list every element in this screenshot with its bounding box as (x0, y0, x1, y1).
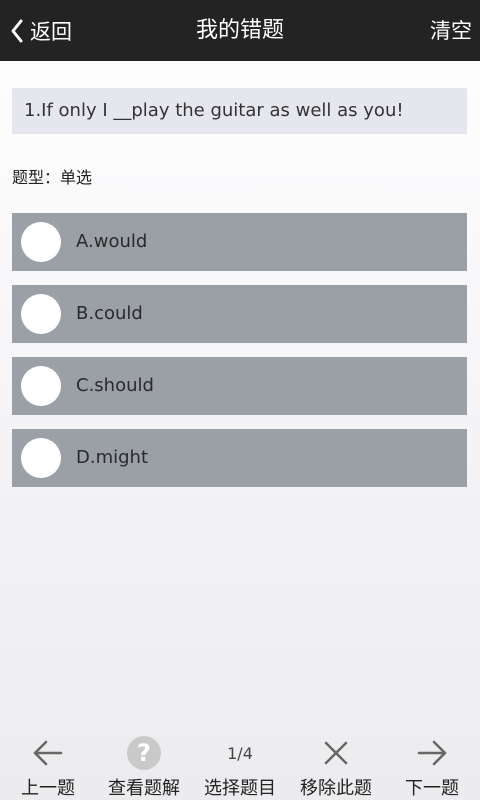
select-question-button[interactable]: 1/4 选择题目 (192, 730, 288, 800)
next-question-label: 下一题 (405, 778, 459, 799)
top-bar: 返回 我的错题 清空 (0, 0, 480, 61)
option-d[interactable]: D.might (12, 429, 467, 487)
radio-button[interactable] (21, 294, 61, 334)
prev-question-button[interactable]: 上一题 (0, 730, 96, 800)
question-counter: 1/4 (227, 743, 253, 763)
option-c[interactable]: C.should (12, 357, 467, 415)
option-label: B.could (76, 303, 143, 324)
select-question-label: 选择题目 (204, 778, 276, 799)
clear-button[interactable]: 清空 (430, 14, 472, 48)
arrow-right-icon (384, 736, 480, 770)
radio-button[interactable] (21, 222, 61, 262)
close-icon (288, 736, 384, 770)
view-explanation-button[interactable]: ? 查看题解 (96, 730, 192, 800)
view-explanation-label: 查看题解 (108, 778, 180, 799)
arrow-left-icon (0, 736, 96, 770)
question-type: 题型：单选 (12, 168, 93, 187)
radio-button[interactable] (21, 438, 61, 478)
page-title: 我的错题 (195, 18, 284, 43)
option-label: A.would (76, 231, 148, 252)
prev-question-label: 上一题 (21, 778, 75, 799)
question-text: 1.If only I __play the guitar as well as… (12, 88, 467, 134)
remove-question-button[interactable]: 移除此题 (288, 730, 384, 800)
option-b[interactable]: B.could (12, 285, 467, 343)
remove-question-label: 移除此题 (300, 778, 372, 799)
option-label: D.might (76, 447, 149, 468)
bottom-toolbar: 上一题 ? 查看题解 1/4 选择题目 移除此题 下一题 (0, 730, 480, 800)
svg-text:?: ? (137, 739, 151, 767)
next-question-button[interactable]: 下一题 (384, 730, 480, 800)
option-label: C.should (76, 375, 154, 396)
question-circle-icon: ? (96, 736, 192, 770)
option-a[interactable]: A.would (12, 213, 467, 271)
radio-button[interactable] (21, 366, 61, 406)
